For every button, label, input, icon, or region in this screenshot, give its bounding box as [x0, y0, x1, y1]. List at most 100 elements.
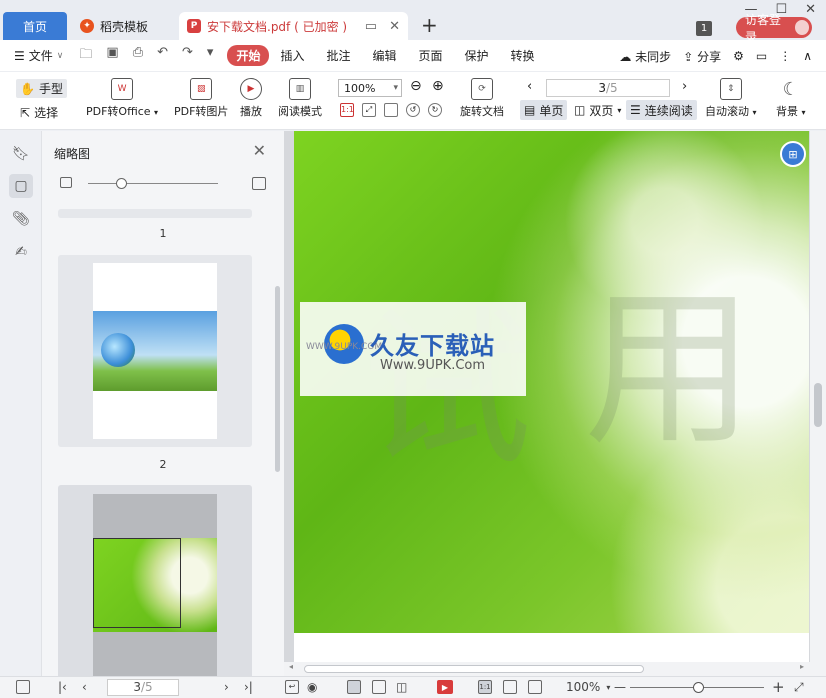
tab-templates[interactable]: ✦ 稻壳模板: [72, 12, 176, 40]
rotate-document-button[interactable]: ⟳ 旋转文档: [460, 78, 504, 119]
continuous-view-icon[interactable]: [347, 680, 361, 694]
signature-icon[interactable]: ✍︎: [9, 240, 33, 264]
menu-tab-page[interactable]: 页面: [408, 47, 454, 64]
last-page-icon[interactable]: ›|: [244, 680, 253, 694]
print-icon[interactable]: ⎙: [133, 45, 143, 67]
zoom-in-status-icon[interactable]: +: [772, 678, 785, 696]
scroll-right-icon[interactable]: ▸: [800, 662, 804, 671]
hand-tool-button[interactable]: ✋ 手型: [16, 79, 67, 98]
attachment-icon[interactable]: 📎︎: [9, 207, 33, 231]
horizontal-scrollbar[interactable]: ◂ ▸: [284, 662, 826, 676]
single-page-icon: ▤: [524, 103, 536, 117]
select-tool-button[interactable]: ⇱ 选择: [20, 104, 58, 121]
floating-tool-button[interactable]: ⊞: [780, 141, 806, 167]
fit-width-status-icon[interactable]: [528, 680, 542, 694]
continuous-read-label: 连续阅读: [644, 103, 693, 118]
file-menu-label: 文件: [28, 49, 53, 63]
share-button[interactable]: ⇪ 分享: [683, 48, 721, 65]
menu-tab-edit[interactable]: 编辑: [361, 47, 407, 64]
actual-size-status-icon[interactable]: 1:1: [478, 680, 492, 694]
single-page-button[interactable]: ▤ 单页: [520, 100, 568, 120]
menu-tab-start[interactable]: 开始: [227, 45, 270, 66]
more-vertical-icon[interactable]: ⋮: [779, 49, 791, 63]
rotate-document-label: 旋转文档: [460, 105, 504, 118]
eye-protection-icon[interactable]: ◉: [307, 680, 317, 694]
thumbnail-page-1[interactable]: [58, 209, 252, 218]
collapse-ribbon-icon[interactable]: ∧: [803, 49, 812, 63]
slider-knob[interactable]: [116, 178, 127, 189]
horizontal-scroll-thumb[interactable]: [304, 665, 644, 673]
next-page-status-icon[interactable]: ›: [224, 680, 229, 694]
window-count-badge[interactable]: 1: [696, 21, 712, 36]
save-icon[interactable]: ▣: [106, 45, 118, 67]
next-page-icon[interactable]: ›: [682, 79, 687, 94]
play-button[interactable]: ▶ 播放: [240, 78, 262, 119]
first-page-icon[interactable]: |‹: [58, 680, 67, 694]
fit-page-status-icon[interactable]: [503, 680, 517, 694]
zoom-select[interactable]: 100%: [338, 79, 402, 97]
menu-tab-convert[interactable]: 转换: [500, 47, 546, 64]
pdf-to-office-button[interactable]: W PDF转Office ▾: [86, 78, 158, 119]
continuous-read-button[interactable]: ☰ 连续阅读: [626, 100, 697, 120]
bookmark-icon[interactable]: 🔖︎: [9, 142, 33, 166]
pdf-to-image-button[interactable]: ▨ PDF转图片: [174, 78, 228, 119]
status-page-input[interactable]: 3/5: [107, 679, 179, 696]
double-view-icon[interactable]: ◫: [396, 680, 407, 694]
zoom-out-icon[interactable]: ⊖: [410, 78, 422, 94]
close-panel-icon[interactable]: ✕: [253, 141, 266, 160]
fit-width-icon[interactable]: [384, 103, 398, 117]
return-icon[interactable]: ↩: [285, 680, 299, 694]
sync-button[interactable]: ☁ 未同步: [619, 48, 671, 65]
zoom-in-icon[interactable]: ⊕: [432, 78, 444, 94]
double-page-button[interactable]: ◫ 双页 ▾: [570, 100, 625, 120]
read-mode-button[interactable]: ▥ 阅读模式: [278, 78, 322, 119]
menu-row: ☰ 文件 ∨ 🗀 ▣ ⎙ ↶ ↷ ▾ 开始 插入 批注 编辑 页面 保护 转换 …: [0, 40, 826, 72]
slideshow-play-icon[interactable]: ▶: [437, 680, 453, 694]
tab-home[interactable]: 首页: [3, 12, 67, 40]
chevron-down-icon: ▾: [801, 108, 806, 117]
document-viewer[interactable]: 试 用: [284, 131, 826, 676]
thumbnail-page-2[interactable]: [58, 255, 252, 447]
thumbnail-page-3[interactable]: [58, 485, 252, 676]
comment-icon[interactable]: ▭: [756, 49, 767, 63]
toggle-sidebar-icon[interactable]: [16, 680, 30, 694]
chevron-down-icon: ▾: [617, 105, 622, 115]
single-view-icon[interactable]: [372, 680, 386, 694]
zoom-out-status-icon[interactable]: —: [614, 680, 626, 694]
auto-scroll-button[interactable]: ⇕ 自动滚动 ▾: [705, 78, 757, 119]
settings-gear-icon[interactable]: ⚙: [733, 49, 744, 63]
viewport-indicator[interactable]: [93, 538, 181, 628]
new-tab-button[interactable]: +: [421, 14, 438, 36]
zoom-slider-knob[interactable]: [693, 682, 704, 693]
thumbnail-size-slider[interactable]: [60, 177, 266, 191]
tab-close-icon[interactable]: ✕: [389, 19, 400, 34]
status-zoom-select[interactable]: 100% ▾: [566, 680, 610, 694]
rotate-right-icon[interactable]: ↻: [428, 103, 442, 117]
rotate-left-icon[interactable]: ↺: [406, 103, 420, 117]
actual-size-icon[interactable]: 1:1: [340, 103, 354, 117]
thumbnail-icon[interactable]: ▢: [9, 174, 33, 198]
tab-document[interactable]: P 安下载文档.pdf ( 已加密 ) ▭ ✕: [179, 12, 408, 40]
tab-pin-icon[interactable]: ▭: [365, 19, 377, 34]
scroll-left-icon[interactable]: ◂: [289, 662, 293, 671]
prev-page-icon[interactable]: ‹: [527, 79, 532, 94]
fit-page-icon[interactable]: ⤢: [362, 103, 376, 117]
open-folder-icon[interactable]: 🗀: [79, 45, 92, 67]
guest-login-button[interactable]: 访客登录: [736, 13, 812, 44]
vertical-scroll-thumb[interactable]: [814, 383, 822, 427]
quick-access-dropdown-icon[interactable]: ▾: [207, 45, 214, 67]
prev-page-status-icon[interactable]: ‹: [82, 680, 87, 694]
hand-tool-label: 手型: [38, 82, 63, 96]
vertical-scrollbar[interactable]: [810, 131, 826, 662]
page-number-input[interactable]: 3/5: [546, 79, 670, 97]
menu-tab-protect[interactable]: 保护: [454, 47, 500, 64]
undo-icon[interactable]: ↶: [157, 45, 168, 67]
menu-tab-annotate[interactable]: 批注: [315, 47, 361, 64]
menu-tab-insert[interactable]: 插入: [269, 47, 315, 64]
fullscreen-icon[interactable]: ⤢: [794, 680, 804, 695]
redo-icon[interactable]: ↷: [182, 45, 193, 67]
close-window-icon[interactable]: ✕: [805, 2, 816, 17]
background-button[interactable]: ☾ 背景 ▾: [776, 78, 806, 119]
thumbnail-scrollbar[interactable]: [275, 286, 280, 472]
file-menu[interactable]: ☰ 文件 ∨: [14, 47, 63, 64]
